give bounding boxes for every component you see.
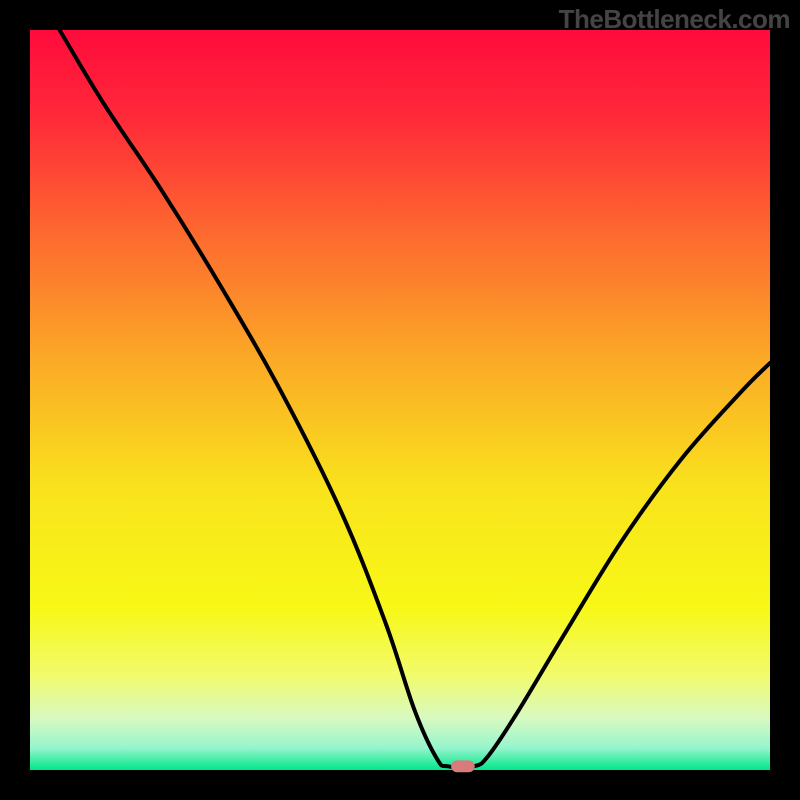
optimal-marker <box>451 760 475 772</box>
bottleneck-chart: TheBottleneck.com <box>0 0 800 800</box>
watermark-text: TheBottleneck.com <box>559 4 790 35</box>
chart-svg <box>0 0 800 800</box>
plot-background <box>30 30 770 770</box>
